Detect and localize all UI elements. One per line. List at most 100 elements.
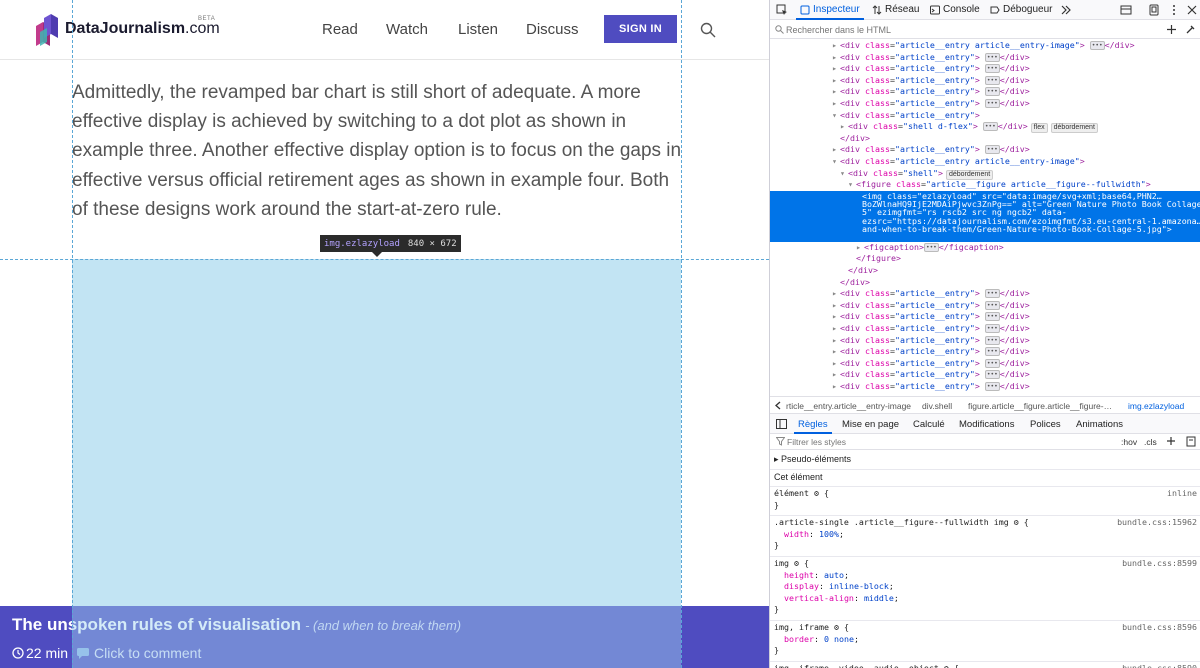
nav-discuss[interactable]: Discuss [526, 21, 579, 38]
markup-attr-value: "article__entry" [894, 381, 975, 391]
class-toggle[interactable]: .cls [1144, 437, 1157, 447]
markup-node[interactable]: ▸ <div class="shell d-flex"> ••• </div> fle… [770, 121, 1200, 134]
markup-node[interactable]: </div> [770, 265, 1200, 277]
tab-changes[interactable]: Modifications [959, 419, 1014, 430]
tab-inspector[interactable]: Inspecteur [800, 4, 860, 15]
tab-fonts[interactable]: Polices [1030, 419, 1061, 430]
datajournalism-logo-icon[interactable] [34, 12, 58, 46]
html-search-input[interactable] [786, 23, 1146, 37]
markup-close-tag: </div> [999, 311, 1030, 322]
markup-node[interactable]: ▸ <figcaption> ••• </figcaption> [770, 242, 1200, 254]
markup-node[interactable]: ▾ <div class="article__entry"> [770, 110, 1200, 122]
rule-source-link[interactable]: bundle.css:15962 [1117, 517, 1197, 529]
devtools-panel: Inspecteur Réseau Console Débogueur ▸<di… [769, 0, 1200, 668]
semicolon: ; [853, 633, 859, 644]
rule-source-link[interactable]: inline [1167, 488, 1197, 500]
breadcrumb-img[interactable]: img.ezlazyload [1128, 401, 1184, 411]
hover-state-toggle[interactable]: :hov [1121, 437, 1137, 447]
css-value: 100% [818, 528, 839, 539]
tab-layout[interactable]: Mise en page [842, 419, 899, 430]
styles-filter-input[interactable] [787, 436, 987, 448]
markup-node[interactable]: ▸ <div class="article__entry"> ••• </div> [770, 300, 1200, 312]
rule-settings-icon: ⚙ { [1008, 517, 1029, 528]
tab-computed[interactable]: Calculé [913, 419, 945, 430]
responsive-mode-icon[interactable] [1120, 4, 1132, 16]
markup-node[interactable]: ▸ <div class="article__entry"> ••• </div> [770, 75, 1200, 87]
chevron-left-icon[interactable] [774, 401, 782, 410]
nav-watch[interactable]: Watch [386, 21, 428, 38]
sign-in-button[interactable]: SIGN IN [604, 15, 677, 43]
tab-animations[interactable]: Animations [1076, 419, 1123, 430]
markup-node[interactable]: ▾ <figure class="article__figure article_… [770, 179, 1200, 191]
markup-badge: débordement [1050, 123, 1098, 134]
site-name[interactable]: DataJournalism.com [65, 20, 220, 38]
add-node-icon[interactable] [1166, 24, 1177, 35]
css-declaration[interactable]: width: 100%; [774, 529, 1197, 541]
dock-icon[interactable] [1148, 4, 1160, 16]
markup-node[interactable]: </figure> [770, 253, 1200, 265]
markup-node[interactable]: </div> [770, 133, 1200, 145]
markup-node[interactable]: ▸ <div class="article__entry"> ••• </div> [770, 335, 1200, 347]
css-declaration[interactable]: vertical-align: middle; [774, 593, 1197, 605]
nav-read[interactable]: Read [322, 21, 358, 38]
markup-tag: <figure [856, 179, 896, 190]
print-media-icon[interactable] [1186, 436, 1196, 447]
markup-node[interactable]: ▸ <div class="article__entry"> ••• </div> [770, 381, 1200, 393]
markup-tag-end: > [974, 74, 985, 85]
more-tabs-icon[interactable] [1060, 4, 1072, 16]
css-property: height [784, 569, 814, 580]
markup-node[interactable]: ▸ <div class="article__entry"> ••• </div> [770, 52, 1200, 64]
css-declaration[interactable]: height: auto; [774, 570, 1197, 582]
markup-node[interactable]: ▸ <div class="article__entry"> ••• </div> [770, 288, 1200, 300]
rule-source-link[interactable]: bundle.css:8596 [1122, 622, 1197, 634]
markup-node[interactable]: ▸ <div class="article__entry"> ••• </div> [770, 144, 1200, 156]
markup-node[interactable]: ▸ <div class="article__entry"> ••• </div> [770, 323, 1200, 335]
toggle-sidebar-icon[interactable] [776, 419, 787, 429]
css-declaration[interactable]: display: inline-block; [774, 581, 1197, 593]
rule-source-link[interactable]: bundle.css:8599 [1122, 558, 1197, 570]
css-rule-selector[interactable]: img ⚙ {bundle.css:8599 [774, 558, 1197, 570]
breadcrumb-entry-image[interactable]: rticle__entry.article__entry-image [786, 401, 911, 411]
markup-node[interactable]: ▸ <div class="article__entry"> ••• </div> [770, 63, 1200, 75]
markup-node[interactable]: ▸ <div class="article__entry"> ••• </div> [770, 358, 1200, 370]
rule-source-link[interactable]: bundle.css:8590 [1122, 663, 1197, 668]
site-header: DataJournalism.com BETA Read Watch Liste… [0, 0, 769, 60]
markup-attr-name: class [864, 334, 890, 345]
css-declaration[interactable]: border: 0 none; [774, 634, 1197, 646]
breadcrumb-figure[interactable]: figure.article__figure.article__figure-… [968, 401, 1112, 411]
eyedropper-icon[interactable] [1185, 24, 1196, 35]
markup-node[interactable]: ▸ <div class="article__entry article__ent… [770, 40, 1200, 52]
css-rule-selector[interactable]: élément ⚙ {inline [774, 488, 1197, 500]
markup-node[interactable]: ▸ <div class="article__entry"> ••• </div> [770, 369, 1200, 381]
tab-debugger[interactable]: Débogueur [990, 4, 1052, 15]
search-icon[interactable] [700, 22, 716, 38]
close-icon[interactable] [1186, 4, 1198, 16]
breadcrumb-shell[interactable]: div.shell [922, 401, 952, 411]
markup-node[interactable]: ▾ <div class="article__entry article__ent… [770, 156, 1200, 168]
add-rule-icon[interactable] [1166, 436, 1176, 446]
expand-toggle-icon: ▸ [832, 63, 837, 74]
expand-toggle-icon: ▸ [832, 323, 837, 333]
active-tab-indicator [796, 18, 864, 20]
css-rule-selector[interactable]: img, iframe, video, audio, object ⚙ {bun… [774, 663, 1197, 668]
markup-node[interactable]: </div> [770, 277, 1200, 289]
pick-element-icon[interactable] [776, 4, 788, 16]
tab-console[interactable]: Console [930, 4, 980, 15]
markup-attr-value: "article__entry" [894, 299, 975, 310]
collapsed-content-icon: ••• [982, 122, 998, 132]
pseudo-elements-toggle[interactable]: ▸ Pseudo-éléments [774, 454, 1197, 466]
markup-node[interactable]: ▾ <div class="shell"> débordement [770, 168, 1200, 180]
options-menu-icon[interactable] [1168, 4, 1180, 16]
tab-network[interactable]: Réseau [872, 4, 919, 15]
css-rule-selector[interactable]: img, iframe ⚙ {bundle.css:8596 [774, 622, 1197, 634]
markup-node[interactable]: ▸ <div class="article__entry"> ••• </div> [770, 98, 1200, 110]
markup-node[interactable]: ▸ <div class="article__entry"> ••• </div> [770, 86, 1200, 98]
nav-listen[interactable]: Listen [458, 21, 498, 38]
markup-node[interactable]: ▸ <div class="article__entry"> ••• </div> [770, 346, 1200, 358]
css-rule-selector[interactable]: .article-single .article__figure--fullwi… [774, 517, 1197, 529]
devtools-toolbar: Inspecteur Réseau Console Débogueur [770, 0, 1200, 20]
markup-tag: </figure> [856, 253, 901, 264]
tab-rules[interactable]: Règles [798, 419, 828, 430]
selected-img-node[interactable]: <img class="ezlazyload" src="data:image/… [770, 190, 1200, 242]
markup-node[interactable]: ▸ <div class="article__entry"> ••• </div> [770, 311, 1200, 323]
